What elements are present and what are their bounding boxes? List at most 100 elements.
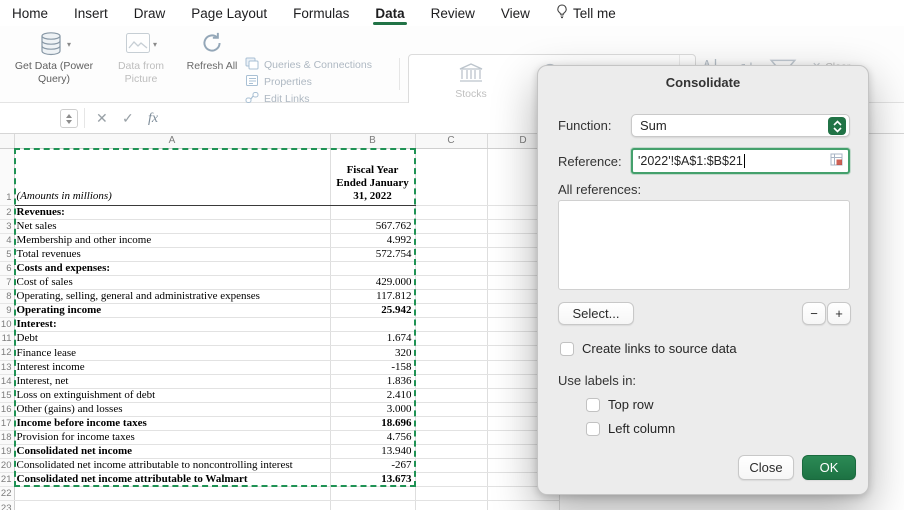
cell-b21[interactable]: 13.673	[330, 473, 415, 487]
row-header-17[interactable]: 17	[0, 416, 14, 430]
cell-c21[interactable]	[415, 473, 487, 487]
cell-c9[interactable]	[415, 304, 487, 318]
cell-a4[interactable]: Membership and other income	[14, 233, 330, 247]
refresh-all-button[interactable]: Refresh All	[184, 30, 240, 73]
top-row-checkbox[interactable]	[586, 398, 600, 412]
row-header-14[interactable]: 14	[0, 374, 14, 388]
cell-a17[interactable]: Income before income taxes	[14, 416, 330, 430]
function-select[interactable]: Sum	[631, 114, 850, 137]
cell-a2[interactable]: Revenues:	[14, 205, 330, 219]
select-all-corner[interactable]	[0, 134, 14, 148]
get-data-button[interactable]: ▾ Get Data (Power Query)	[6, 30, 102, 85]
row-header-19[interactable]: 19	[0, 445, 14, 459]
cell-c14[interactable]	[415, 374, 487, 388]
cell-c1[interactable]	[415, 148, 487, 205]
cell-a19[interactable]: Consolidated net income	[14, 445, 330, 459]
all-references-listbox[interactable]	[558, 200, 850, 290]
cell-a5[interactable]: Total revenues	[14, 247, 330, 261]
cell-c2[interactable]	[415, 205, 487, 219]
cell-b17[interactable]: 18.696	[330, 416, 415, 430]
row-header-12[interactable]: 12	[0, 346, 14, 360]
cell-c19[interactable]	[415, 445, 487, 459]
cell-b11[interactable]: 1.674	[330, 332, 415, 346]
cell-b6[interactable]	[330, 261, 415, 275]
cell-b15[interactable]: 2.410	[330, 388, 415, 402]
name-box-stepper[interactable]	[60, 109, 78, 128]
cell-c16[interactable]	[415, 402, 487, 416]
row-header-20[interactable]: 20	[0, 459, 14, 473]
cell-b2[interactable]	[330, 205, 415, 219]
cell-c13[interactable]	[415, 360, 487, 374]
create-links-checkbox[interactable]	[560, 342, 574, 356]
tab-formulas[interactable]: Formulas	[293, 6, 349, 21]
cell-b12[interactable]: 320	[330, 346, 415, 360]
cell-c3[interactable]	[415, 219, 487, 233]
left-column-checkbox[interactable]	[586, 422, 600, 436]
cell-b19[interactable]: 13.940	[330, 445, 415, 459]
col-header-c[interactable]: C	[415, 134, 487, 148]
cell-c7[interactable]	[415, 275, 487, 289]
cell-b7[interactable]: 429.000	[330, 275, 415, 289]
cell-a9[interactable]: Operating income	[14, 304, 330, 318]
row-header-15[interactable]: 15	[0, 388, 14, 402]
queries-connections-button[interactable]: Queries & Connections	[245, 57, 372, 73]
cell-b14[interactable]: 1.836	[330, 374, 415, 388]
row-header-16[interactable]: 16	[0, 402, 14, 416]
tell-me-button[interactable]: Tell me	[556, 4, 616, 22]
cancel-button[interactable]: ✕	[96, 103, 108, 134]
stocks-item[interactable]: Stocks	[435, 61, 507, 100]
tab-home[interactable]: Home	[12, 6, 48, 21]
add-reference-button[interactable]: +	[827, 302, 851, 325]
row-header-2[interactable]: 2	[0, 205, 14, 219]
cell-c22[interactable]	[415, 487, 487, 501]
cell-a22[interactable]	[14, 487, 330, 501]
cell-a21[interactable]: Consolidated net income attributable to …	[14, 473, 330, 487]
cell-b5[interactable]: 572.754	[330, 247, 415, 261]
row-header-22[interactable]: 22	[0, 487, 14, 501]
remove-reference-button[interactable]: −	[802, 302, 826, 325]
cell-b9[interactable]: 25.942	[330, 304, 415, 318]
tab-review[interactable]: Review	[431, 6, 475, 21]
cell-b16[interactable]: 3.000	[330, 402, 415, 416]
cell-c15[interactable]	[415, 388, 487, 402]
select-button[interactable]: Select...	[558, 302, 634, 325]
cell-b8[interactable]: 117.812	[330, 290, 415, 304]
cell-b4[interactable]: 4.992	[330, 233, 415, 247]
col-header-b[interactable]: B	[330, 134, 415, 148]
cell-a7[interactable]: Cost of sales	[14, 275, 330, 289]
cell-a14[interactable]: Interest, net	[14, 374, 330, 388]
row-header-11[interactable]: 11	[0, 332, 14, 346]
cell-c18[interactable]	[415, 431, 487, 445]
cell-a8[interactable]: Operating, selling, general and administ…	[14, 290, 330, 304]
row-header-10[interactable]: 10	[0, 318, 14, 332]
cell-a10[interactable]: Interest:	[14, 318, 330, 332]
cell-c20[interactable]	[415, 459, 487, 473]
cell-b3[interactable]: 567.762	[330, 219, 415, 233]
row-header-1[interactable]: 1	[0, 148, 14, 205]
data-from-picture-button[interactable]: ▾ Data from Picture	[104, 30, 178, 85]
cell-a16[interactable]: Other (gains) and losses	[14, 402, 330, 416]
row-header-13[interactable]: 13	[0, 360, 14, 374]
row-header-7[interactable]: 7	[0, 275, 14, 289]
cell-c6[interactable]	[415, 261, 487, 275]
col-header-a[interactable]: A	[14, 134, 330, 148]
tab-view[interactable]: View	[501, 6, 530, 21]
cell-a15[interactable]: Loss on extinguishment of debt	[14, 388, 330, 402]
cell-b22[interactable]	[330, 487, 415, 501]
cell-a12[interactable]: Finance lease	[14, 346, 330, 360]
tab-data[interactable]: Data	[375, 6, 404, 21]
cell-a1[interactable]: (Amounts in millions)	[14, 148, 330, 205]
cell-b23[interactable]	[330, 501, 415, 510]
row-header-23[interactable]: 23	[0, 501, 14, 510]
row-header-3[interactable]: 3	[0, 219, 14, 233]
cell-c17[interactable]	[415, 416, 487, 430]
cell-a20[interactable]: Consolidated net income attributable to …	[14, 459, 330, 473]
cell-b18[interactable]: 4.756	[330, 431, 415, 445]
row-header-21[interactable]: 21	[0, 473, 14, 487]
cell-d23[interactable]	[487, 501, 559, 510]
range-selector-icon[interactable]	[830, 153, 843, 169]
cell-c10[interactable]	[415, 318, 487, 332]
row-header-9[interactable]: 9	[0, 304, 14, 318]
cell-c5[interactable]	[415, 247, 487, 261]
row-header-8[interactable]: 8	[0, 290, 14, 304]
